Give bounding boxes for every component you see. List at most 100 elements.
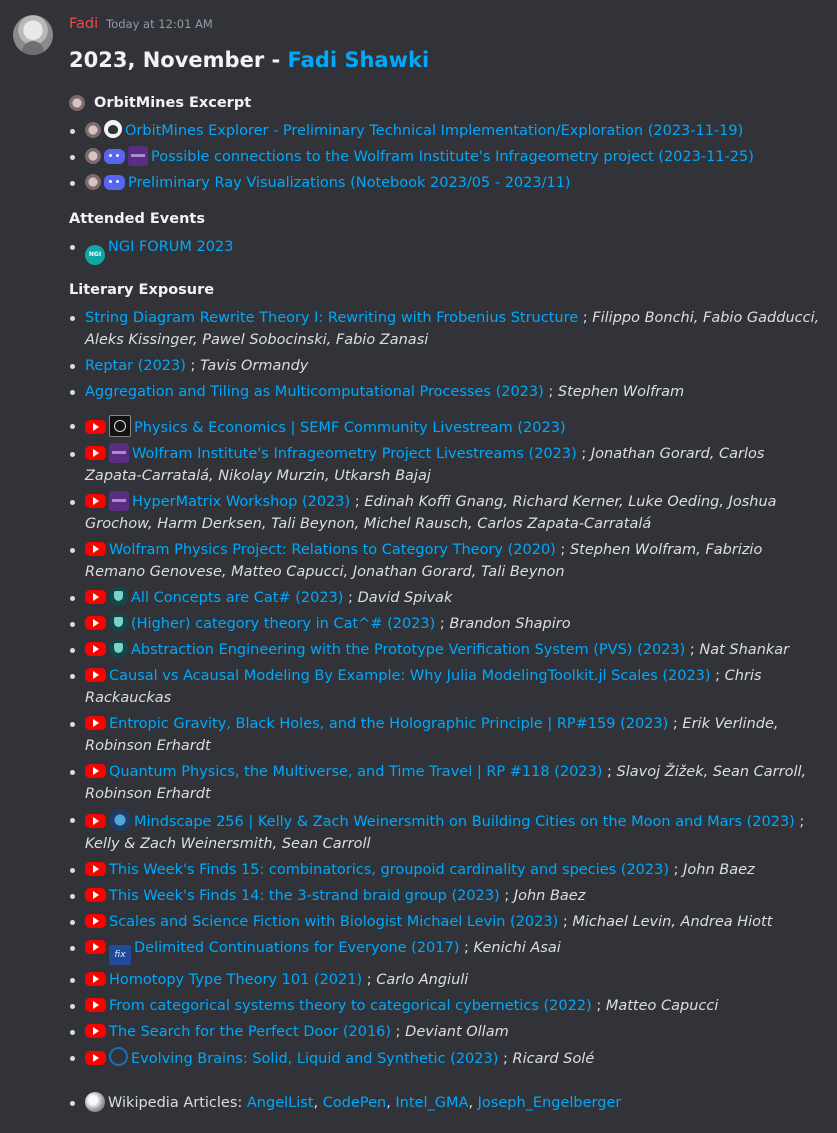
youtube-icon <box>85 914 106 928</box>
item-link[interactable]: Mindscape 256 | Kelly & Zach Weinersmith… <box>134 814 795 830</box>
item-link[interactable]: Reptar (2023) <box>85 358 186 374</box>
item-authors: Brandon Shapiro <box>449 616 571 632</box>
wolfram-institute-icon <box>109 443 129 463</box>
wikipedia-article-link[interactable]: CodePen <box>323 1095 386 1111</box>
wikipedia-article-link[interactable]: AngelList <box>247 1095 314 1111</box>
timestamp: Today at 12:01 AM <box>106 17 213 31</box>
youtube-icon <box>85 764 106 778</box>
wikipedia-links: AngelList, CodePen, Intel_GMA, Joseph_En… <box>247 1095 621 1111</box>
item-link[interactable]: Physics & Economics | SEMF Community Liv… <box>134 420 566 436</box>
item-link[interactable]: From categorical systems theory to categ… <box>109 998 592 1014</box>
item-link[interactable]: Wolfram Physics Project: Relations to Ca… <box>109 542 556 558</box>
wikipedia-article-link[interactable]: Joseph_Engelberger <box>478 1095 622 1111</box>
separator: ; <box>459 940 474 956</box>
ngi-icon: NGI <box>85 245 105 265</box>
item-authors: David Spivak <box>357 590 453 606</box>
item-link[interactable]: Scales and Science Fiction with Biologis… <box>109 914 558 930</box>
item-link[interactable]: Aggregation and Tiling as Multicomputati… <box>85 384 544 400</box>
list-item: All Concepts are Cat# (2023) ; David Spi… <box>69 587 821 609</box>
separator: ; <box>591 998 606 1014</box>
wikipedia-article-link[interactable]: Intel_GMA <box>395 1095 468 1111</box>
youtube-icon <box>85 814 106 828</box>
mindscape-icon <box>109 809 131 831</box>
item-link[interactable]: The Search for the Perfect Door (2016) <box>109 1024 391 1040</box>
title-link[interactable]: Fadi Shawki <box>288 48 430 72</box>
list-item: HyperMatrix Workshop (2023) ; Edinah Kof… <box>69 491 821 535</box>
item-link[interactable]: All Concepts are Cat# (2023) <box>131 590 343 606</box>
separator: ; <box>350 494 365 510</box>
item-link[interactable]: Wolfram Institute's Infrageometry Projec… <box>132 446 577 462</box>
discord-icon <box>104 149 125 164</box>
list-item: This Week's Finds 15: combinatorics, gro… <box>69 859 821 881</box>
item-link[interactable]: This Week's Finds 14: the 3-strand braid… <box>109 888 500 904</box>
item-authors: Deviant Ollam <box>405 1024 509 1040</box>
wikipedia-list: Wikipedia Articles: AngelList, CodePen, … <box>69 1092 821 1114</box>
item-authors: Carlo Angiuli <box>376 972 469 988</box>
orbitmines-icon <box>85 148 101 164</box>
separator: ; <box>578 310 593 326</box>
item-link[interactable]: NGI FORUM 2023 <box>108 239 233 255</box>
item-authors: Kelly & Zach Weinersmith, Sean Carroll <box>85 836 371 852</box>
youtube-icon <box>85 862 106 876</box>
item-link[interactable]: (Higher) category theory in Cat^# (2023) <box>131 616 435 632</box>
list-item: From categorical systems theory to categ… <box>69 995 821 1017</box>
list-item: Quantum Physics, the Multiverse, and Tim… <box>69 761 821 805</box>
item-link[interactable]: OrbitMines Explorer - Preliminary Techni… <box>125 123 743 139</box>
list-item: Reptar (2023) ; Tavis Ormandy <box>69 355 821 377</box>
list-item: fix Delimited Continuations for Everyone … <box>69 937 821 965</box>
item-link[interactable]: Abstraction Engineering with the Prototy… <box>131 642 685 658</box>
fix-icon: fix <box>109 945 131 965</box>
youtube-icon <box>85 940 106 954</box>
item-link[interactable]: Possible connections to the Wolfram Inst… <box>151 149 754 165</box>
separator: ; <box>558 914 573 930</box>
youtube-icon <box>85 668 106 682</box>
message-content: 2023, November - Fadi Shawki OrbitMines … <box>69 44 821 1118</box>
item-link[interactable]: Evolving Brains: Solid, Liquid and Synth… <box>131 1051 498 1067</box>
item-authors: Stephen Wolfram <box>557 384 685 400</box>
item-link[interactable]: Homotopy Type Theory 101 (2021) <box>109 972 362 988</box>
separator: ; <box>794 814 805 830</box>
separator: ; <box>543 384 558 400</box>
username[interactable]: Fadi <box>69 16 98 32</box>
events-list: NGI NGI FORUM 2023 <box>69 236 821 265</box>
item-link[interactable]: HyperMatrix Workshop (2023) <box>132 494 350 510</box>
list-item: Aggregation and Tiling as Multicomputati… <box>69 381 821 403</box>
list-item: The Search for the Perfect Door (2016) ;… <box>69 1021 821 1043</box>
list-item: Physics & Economics | SEMF Community Liv… <box>69 415 821 439</box>
list-item: NGI NGI FORUM 2023 <box>69 236 821 265</box>
separator: ; <box>343 590 358 606</box>
papers-list: String Diagram Rewrite Theory I: Rewriti… <box>69 307 821 403</box>
item-link[interactable]: Preliminary Ray Visualizations (Notebook… <box>128 175 571 191</box>
youtube-icon <box>85 494 106 508</box>
youtube-icon <box>85 1051 106 1065</box>
youtube-icon <box>85 616 106 630</box>
item-link[interactable]: Entropic Gravity, Black Holes, and the H… <box>109 716 668 732</box>
youtube-icon <box>85 972 106 986</box>
item-link[interactable]: Delimited Continuations for Everyone (20… <box>134 940 459 956</box>
heading-events: Attended Events <box>69 211 205 227</box>
shield-icon <box>109 639 128 658</box>
item-link[interactable]: Causal vs Acausal Modeling By Example: W… <box>109 668 711 684</box>
wikipedia-label: Wikipedia Articles: <box>108 1095 247 1111</box>
shield-icon <box>109 613 128 632</box>
list-item: String Diagram Rewrite Theory I: Rewriti… <box>69 307 821 351</box>
item-link[interactable]: String Diagram Rewrite Theory I: Rewriti… <box>85 310 578 326</box>
list-item: Mindscape 256 | Kelly & Zach Weinersmith… <box>69 809 821 855</box>
youtube-icon <box>85 1024 106 1038</box>
youtube-icon <box>85 420 106 434</box>
list-item: Possible connections to the Wolfram Inst… <box>69 146 821 168</box>
separator: ; <box>498 1051 513 1067</box>
separator: ; <box>685 642 700 658</box>
semf-icon <box>109 415 131 437</box>
item-authors: Tavis Ormandy <box>200 358 309 374</box>
avatar[interactable] <box>13 15 53 55</box>
separator: ; <box>669 862 684 878</box>
orbitmines-icon <box>69 95 85 111</box>
list-item: This Week's Finds 14: the 3-strand braid… <box>69 885 821 907</box>
list-item: Causal vs Acausal Modeling By Example: W… <box>69 665 821 709</box>
item-authors: Michael Levin, Andrea Hiott <box>572 914 773 930</box>
item-link[interactable]: Quantum Physics, the Multiverse, and Tim… <box>109 764 602 780</box>
videos-list: Physics & Economics | SEMF Community Liv… <box>69 415 821 1070</box>
message-header: Fadi Today at 12:01 AM <box>69 16 213 34</box>
item-link[interactable]: This Week's Finds 15: combinatorics, gro… <box>109 862 669 878</box>
